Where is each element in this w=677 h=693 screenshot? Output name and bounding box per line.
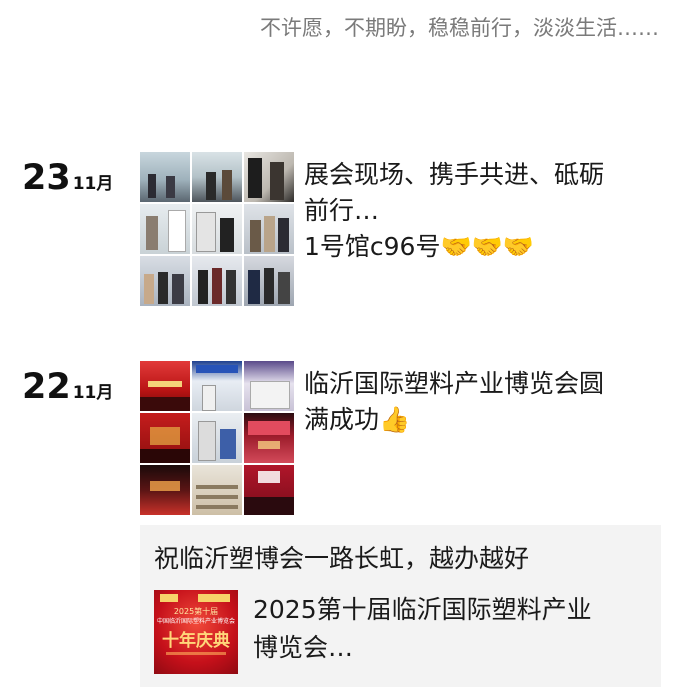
article-title-line: 博览会… — [253, 633, 354, 662]
moment-post[interactable]: 23 11月 展会现场、携手共进、砥砺 前行… 1号馆c96号🤝🤝🤝 — [0, 152, 677, 312]
post-text-line: 前行… — [304, 196, 380, 225]
article-thumbnail[interactable]: 2025第十届 中国临沂国际塑料产业博览会 十年庆典 — [154, 590, 238, 674]
post-day: 23 — [22, 158, 71, 198]
photo-thumbnail[interactable] — [140, 413, 190, 463]
photo-thumbnail[interactable] — [244, 361, 294, 411]
photo-thumbnail[interactable] — [192, 256, 242, 306]
photo-thumbnail[interactable] — [244, 465, 294, 515]
photo-thumbnail[interactable] — [192, 152, 242, 202]
photo-thumbnail[interactable] — [140, 256, 190, 306]
photo-thumbnail[interactable] — [192, 361, 242, 411]
photo-thumbnail[interactable] — [192, 204, 242, 254]
moment-post[interactable]: 22 11月 临沂国际塑料产业博览会圆 满成功👍 — [0, 361, 677, 521]
handshake-emoji: 🤝🤝🤝 — [440, 232, 534, 261]
photo-thumbnail[interactable] — [244, 413, 294, 463]
signature-text: 不许愿，不期盼，稳稳前行，淡淡生活…… — [260, 16, 659, 40]
post-text[interactable]: 临沂国际塑料产业博览会圆 满成功👍 — [304, 366, 664, 438]
photo-thumbnail[interactable] — [244, 256, 294, 306]
post-text-line: 临沂国际塑料产业博览会圆 — [304, 369, 605, 398]
post-text-line: 1号馆c96号 — [304, 232, 441, 261]
photo-grid[interactable] — [140, 361, 294, 515]
post-text-line: 展会现场、携手共进、砥砺 — [304, 160, 605, 189]
post-day: 22 — [22, 367, 71, 407]
photo-thumbnail[interactable] — [244, 152, 294, 202]
thumb-text: 十年庆典 — [162, 631, 230, 651]
thumb-text: 中国临沂国际塑料产业博览会 — [156, 618, 235, 625]
post-date: 23 11月 — [22, 158, 113, 198]
photo-thumbnail[interactable] — [140, 204, 190, 254]
article-title[interactable]: 2025第十届临沂国际塑料产业 博览会… — [253, 591, 653, 667]
photo-thumbnail[interactable] — [244, 204, 294, 254]
thumbs-up-emoji: 👍 — [379, 405, 411, 434]
photo-thumbnail[interactable] — [140, 152, 190, 202]
post-date: 22 11月 — [22, 367, 113, 407]
photo-thumbnail[interactable] — [140, 465, 190, 515]
article-title-line: 2025第十届临沂国际塑料产业 — [253, 595, 592, 624]
post-text-line: 满成功 — [304, 405, 380, 434]
post-text[interactable]: 展会现场、携手共进、砥砺 前行… 1号馆c96号🤝🤝🤝 — [304, 157, 664, 265]
photo-grid[interactable] — [140, 152, 294, 306]
photo-thumbnail[interactable] — [192, 465, 242, 515]
photo-thumbnail[interactable] — [192, 413, 242, 463]
shared-article-card[interactable]: 祝临沂塑博会一路长虹，越办越好 2025第十届 中国临沂国际塑料产业博览会 十年… — [140, 525, 661, 687]
post-month: 11月 — [72, 174, 114, 194]
photo-thumbnail[interactable] — [140, 361, 190, 411]
share-caption: 祝临沂塑博会一路长虹，越办越好 — [154, 544, 530, 573]
post-month: 11月 — [72, 383, 114, 403]
